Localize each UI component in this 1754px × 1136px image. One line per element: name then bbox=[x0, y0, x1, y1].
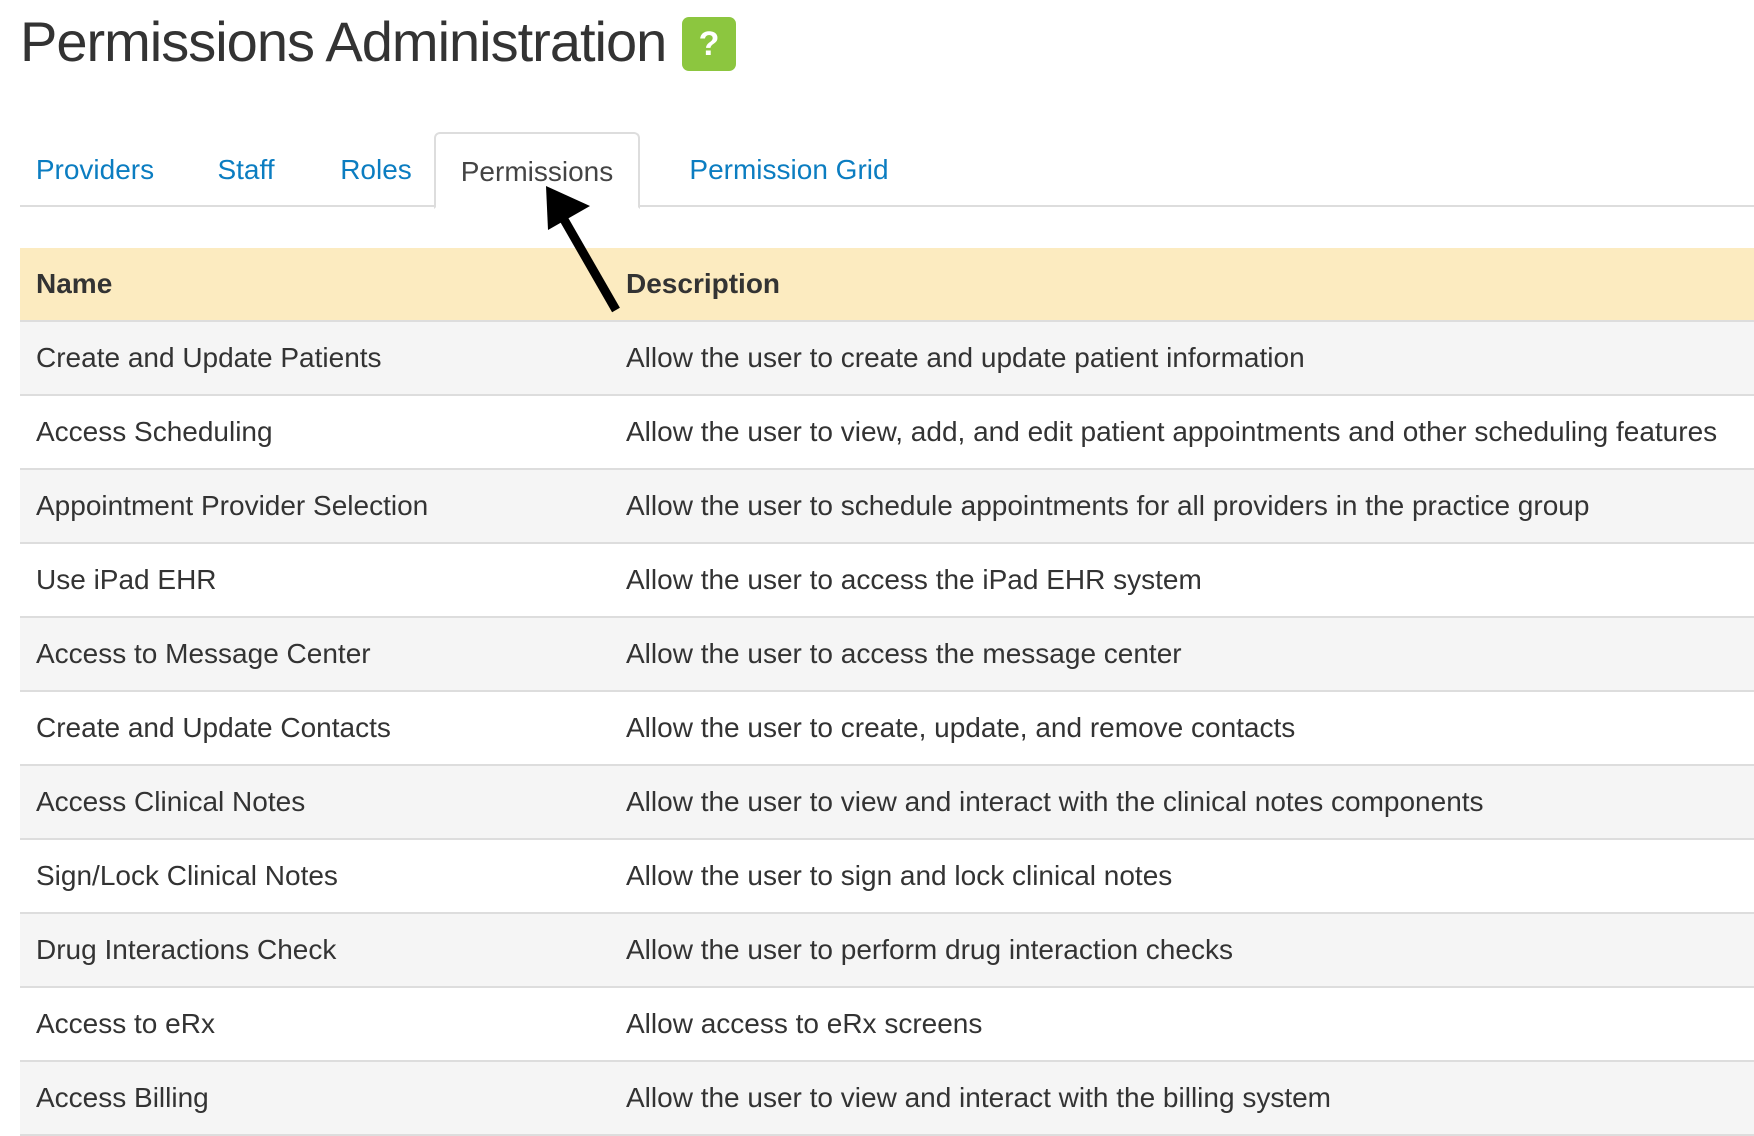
table-row[interactable]: Access to eRx Allow access to eRx screen… bbox=[20, 987, 1754, 1062]
tab-providers[interactable]: Providers bbox=[20, 132, 170, 207]
permission-description: Allow the user to create, update, and re… bbox=[610, 691, 1754, 766]
permission-description: Allow the user to perform drug interacti… bbox=[610, 913, 1754, 988]
table-row[interactable]: Access Scheduling Allow the user to view… bbox=[20, 395, 1754, 470]
column-header-name[interactable]: Name bbox=[20, 248, 610, 322]
permission-name: Create and Update Patients bbox=[20, 321, 610, 396]
permission-name: Appointment Provider Selection bbox=[20, 469, 610, 544]
tab-permission-grid[interactable]: Permission Grid bbox=[664, 132, 914, 207]
column-header-description[interactable]: Description bbox=[610, 248, 1754, 322]
page-title: Permissions Administration bbox=[20, 10, 667, 73]
permission-name: Access to eRx bbox=[20, 987, 610, 1062]
tab-bar: Providers Staff Roles Permissions Permis… bbox=[20, 132, 1754, 209]
table-row[interactable]: Access Clinical Notes Allow the user to … bbox=[20, 765, 1754, 840]
permission-name: Sign/Lock Clinical Notes bbox=[20, 839, 610, 914]
tab-staff[interactable]: Staff bbox=[196, 132, 296, 207]
permission-description: Allow the user to create and update pati… bbox=[610, 321, 1754, 396]
table-row[interactable]: Create and Update Patients Allow the use… bbox=[20, 321, 1754, 396]
permission-description: Allow the user to view and interact with… bbox=[610, 765, 1754, 840]
permission-description: Allow the user to access the iPad EHR sy… bbox=[610, 543, 1754, 618]
permission-description: Allow the user to view and interact with… bbox=[610, 1061, 1754, 1136]
permission-name: Drug Interactions Check bbox=[20, 913, 610, 988]
permission-description: Allow the user to access the message cen… bbox=[610, 617, 1754, 692]
tab-roles[interactable]: Roles bbox=[322, 132, 430, 207]
table-row[interactable]: Use iPad EHR Allow the user to access th… bbox=[20, 543, 1754, 618]
table-row[interactable]: Access Billing Allow the user to view an… bbox=[20, 1061, 1754, 1136]
table-row[interactable]: Create and Update Contacts Allow the use… bbox=[20, 691, 1754, 766]
permission-name: Use iPad EHR bbox=[20, 543, 610, 618]
table-row[interactable]: Sign/Lock Clinical Notes Allow the user … bbox=[20, 839, 1754, 914]
permissions-table: Name Description Create and Update Patie… bbox=[20, 248, 1754, 1136]
table-row[interactable]: Appointment Provider Selection Allow the… bbox=[20, 469, 1754, 544]
permission-name: Access Billing bbox=[20, 1061, 610, 1136]
permission-name: Access Scheduling bbox=[20, 395, 610, 470]
help-icon[interactable]: ? bbox=[682, 17, 736, 71]
table-row[interactable]: Access to Message Center Allow the user … bbox=[20, 617, 1754, 692]
tab-permissions[interactable]: Permissions bbox=[434, 132, 640, 209]
permission-description: Allow the user to schedule appointments … bbox=[610, 469, 1754, 544]
permission-name: Access Clinical Notes bbox=[20, 765, 610, 840]
table-row[interactable]: Drug Interactions Check Allow the user t… bbox=[20, 913, 1754, 988]
permission-name: Create and Update Contacts bbox=[20, 691, 610, 766]
permission-description: Allow the user to sign and lock clinical… bbox=[610, 839, 1754, 914]
permission-name: Access to Message Center bbox=[20, 617, 610, 692]
permission-description: Allow the user to view, add, and edit pa… bbox=[610, 395, 1754, 470]
permission-description: Allow access to eRx screens bbox=[610, 987, 1754, 1062]
table-header-row: Name Description bbox=[20, 248, 1754, 322]
